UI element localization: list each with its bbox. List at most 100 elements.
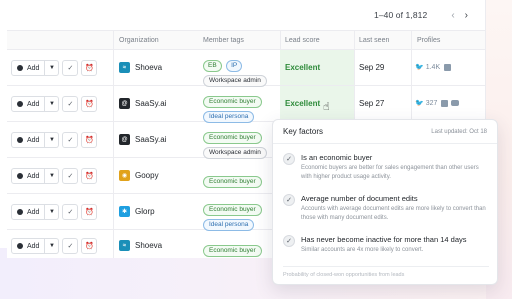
organization-name: Shoeva: [135, 241, 163, 250]
organization-name: SaaSy.ai: [135, 99, 167, 108]
plus-icon: [17, 243, 23, 249]
chevron-down-icon[interactable]: ▼: [45, 168, 60, 184]
check-icon[interactable]: ✓: [62, 132, 79, 148]
alarm-icon[interactable]: ⏰: [81, 60, 98, 76]
check-icon[interactable]: ✓: [62, 238, 79, 254]
pagination: 1–40 of 1,812 ‹ ›: [7, 0, 485, 30]
popover-footer: Probability of closed-won opportunities …: [283, 266, 489, 278]
key-factors-popover: Key factors Last updated: Oct 18 ✓ Is an…: [272, 119, 498, 285]
add-button[interactable]: Add: [11, 238, 46, 254]
add-button-label: Add: [27, 208, 40, 216]
add-button-label: Add: [27, 242, 40, 250]
member-tags-second: Ideal persona: [203, 213, 255, 231]
pointer-cursor-icon: ☝: [323, 101, 330, 113]
organization-logo-icon: ≈: [119, 62, 130, 73]
alarm-icon[interactable]: ⏰: [81, 168, 98, 184]
chevron-right-icon[interactable]: ›: [465, 10, 468, 21]
column-header-organization[interactable]: Organization: [119, 37, 159, 44]
column-header-last-seen[interactable]: Last seen: [359, 37, 389, 44]
plus-icon: [17, 137, 23, 143]
organization-name: Glorp: [135, 207, 155, 216]
tag-economic-buyer: Economic buyer: [203, 176, 262, 188]
plus-icon: [17, 101, 23, 107]
twitter-icon: 🐦: [415, 64, 424, 71]
popover-title: Key factors: [283, 127, 324, 136]
chevron-down-icon[interactable]: ▼: [45, 60, 60, 76]
column-header-profiles[interactable]: Profiles: [417, 37, 440, 44]
plus-icon: [17, 173, 23, 179]
member-tags-second: Ideal persona: [203, 105, 255, 123]
column-header-member-tags[interactable]: Member tags: [203, 37, 244, 44]
check-icon[interactable]: ✓: [62, 60, 79, 76]
factor-description: Economic buyers are better for sales eng…: [301, 165, 479, 180]
chevron-down-icon[interactable]: ▼: [45, 96, 60, 112]
chevron-down-icon[interactable]: ▼: [45, 132, 60, 148]
tag-economic-buyer: Economic buyer: [203, 245, 262, 257]
add-button[interactable]: Add: [11, 132, 46, 148]
factor-description: Accounts with average document edits are…: [301, 206, 486, 221]
member-tags: Economic buyer: [203, 239, 262, 257]
member-tags-second: Workspace admin: [203, 69, 267, 87]
organization-logo-icon: ✱: [119, 206, 130, 217]
popover-header: Key factors Last updated: Oct 18: [273, 120, 497, 144]
add-button[interactable]: Add: [11, 204, 46, 220]
check-icon[interactable]: ✓: [62, 168, 79, 184]
row-actions: Add ▼ ✓ ⏰: [11, 168, 98, 184]
plus-icon: [17, 209, 23, 215]
row-actions: Add ▼ ✓ ⏰: [11, 96, 98, 112]
member-tags-second: Workspace admin: [203, 141, 267, 159]
add-button[interactable]: Add: [11, 60, 46, 76]
linkedin-icon: [444, 63, 452, 71]
factor-title: Average number of document edits: [301, 194, 418, 203]
add-button[interactable]: Add: [11, 168, 46, 184]
last-updated: Last updated: Oct 18: [431, 128, 487, 135]
factor-title: Is an economic buyer: [301, 153, 373, 162]
organization-logo-icon: ≈: [119, 240, 130, 251]
add-button[interactable]: Add: [11, 96, 46, 112]
chevron-left-icon[interactable]: ‹: [451, 10, 454, 21]
alarm-icon[interactable]: ⏰: [81, 132, 98, 148]
table-row[interactable]: Add ▼ ✓ ⏰ ≈ Shoeva EB IP Workspace admin…: [7, 50, 485, 87]
check-icon[interactable]: ✓: [62, 204, 79, 220]
chevron-down-icon[interactable]: ▼: [45, 238, 60, 254]
alarm-icon[interactable]: ⏰: [81, 204, 98, 220]
row-actions: Add ▼ ✓ ⏰: [11, 60, 98, 76]
plus-icon: [17, 65, 23, 71]
organization-name: Shoeva: [135, 63, 163, 72]
alarm-icon[interactable]: ⏰: [81, 238, 98, 254]
profiles-cell[interactable]: 🐦 327: [415, 99, 460, 107]
add-button-label: Add: [27, 136, 40, 144]
chat-icon: [451, 100, 460, 106]
check-circle-icon: ✓: [283, 235, 295, 247]
table-header: Organization Member tags Lead score Last…: [7, 30, 485, 50]
organization-cell[interactable]: @ SaaSy.ai: [119, 98, 166, 109]
check-circle-icon: ✓: [283, 153, 295, 165]
alarm-icon[interactable]: ⏰: [81, 96, 98, 112]
organization-cell[interactable]: ✱ Glorp: [119, 206, 155, 217]
linkedin-icon: [441, 99, 449, 107]
organization-cell[interactable]: @ SaaSy.ai: [119, 134, 166, 145]
row-actions: Add ▼ ✓ ⏰: [11, 204, 98, 220]
table-row[interactable]: Add ▼ ✓ ⏰ @ SaaSy.ai Economic buyer Idea…: [7, 86, 485, 123]
organization-name: SaaSy.ai: [135, 135, 167, 144]
lead-score[interactable]: Excellent: [280, 99, 354, 108]
add-button-label: Add: [27, 172, 40, 180]
row-actions: Add ▼ ✓ ⏰: [11, 132, 98, 148]
organization-cell[interactable]: ≈ Shoeva: [119, 240, 162, 251]
lead-score[interactable]: Excellent: [280, 63, 354, 72]
organization-cell[interactable]: ≈ Shoeva: [119, 62, 162, 73]
profiles-count: 1.4K: [425, 63, 441, 71]
organization-logo-icon: @: [119, 98, 130, 109]
organization-logo-icon: @: [119, 134, 130, 145]
twitter-icon: 🐦: [415, 100, 424, 107]
factor-description: Similar accounts are 4x more likely to c…: [301, 247, 424, 253]
column-header-lead-score[interactable]: Lead score: [285, 37, 320, 44]
organization-cell[interactable]: ◉ Goopy: [119, 170, 159, 181]
check-circle-icon: ✓: [283, 194, 295, 206]
last-seen: Sep 29: [359, 63, 385, 72]
profiles-cell[interactable]: 🐦 1.4K: [415, 63, 452, 71]
chevron-down-icon[interactable]: ▼: [45, 204, 60, 220]
check-icon[interactable]: ✓: [62, 96, 79, 112]
row-actions: Add ▼ ✓ ⏰: [11, 238, 98, 254]
organization-logo-icon: ◉: [119, 170, 130, 181]
